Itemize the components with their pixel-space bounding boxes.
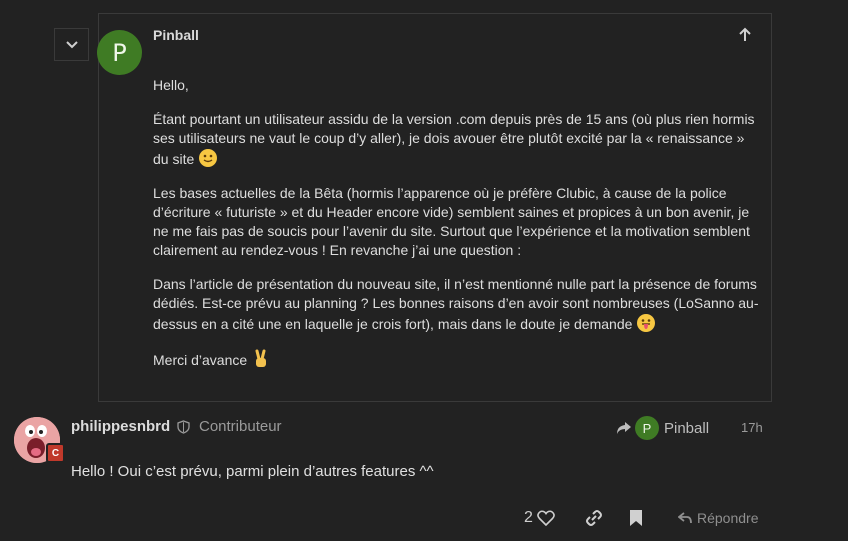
tongue-out-face-icon <box>637 314 656 332</box>
quote-paragraph: Étant pourtant un utilisateur assidu de … <box>153 111 755 167</box>
quote-username[interactable]: Pinball <box>153 27 199 43</box>
quote-avatar[interactable]: P <box>97 30 142 75</box>
shield-icon <box>177 420 190 434</box>
heart-icon <box>537 510 555 526</box>
quote-paragraph: Dans l’article de présentation du nouvea… <box>153 276 759 332</box>
like-count: 2 <box>524 509 533 526</box>
user-title: Contributeur <box>199 418 282 435</box>
post-date[interactable]: 17h <box>741 420 763 435</box>
post-text: Hello ! Oui c’est prévu, parmi plein d’a… <box>71 463 434 480</box>
quote-paragraph: Hello, <box>153 77 189 93</box>
poster-username[interactable]: philippesnbrd <box>71 418 170 435</box>
like-button[interactable]: 2 <box>524 506 555 530</box>
reply-arrow-icon <box>678 512 692 524</box>
victory-hand-icon <box>255 349 267 367</box>
quote-paragraph: Merci d’avance <box>153 349 763 370</box>
flair-badge: C <box>46 443 65 463</box>
arrow-up-icon[interactable] <box>737 27 753 43</box>
reply-to-tab[interactable]: P Pinball <box>616 416 709 440</box>
reply-button[interactable]: Répondre <box>678 506 759 530</box>
reply-to-avatar: P <box>635 416 659 440</box>
share-reply-icon <box>617 422 631 434</box>
link-icon <box>586 510 602 526</box>
bookmark-icon <box>630 510 642 526</box>
reply-label: Répondre <box>697 510 759 526</box>
slightly-smiling-face-icon <box>199 149 218 167</box>
chevron-down-icon <box>65 40 78 48</box>
copy-link-button[interactable] <box>584 506 604 530</box>
quote-paragraph: Les bases actuelles de la Bêta (hormis l… <box>153 185 750 258</box>
quote-collapse-button[interactable] <box>54 28 89 61</box>
bookmark-button[interactable] <box>629 506 645 530</box>
quote-body: Hello, Étant pourtant un utilisateur ass… <box>153 76 763 385</box>
reply-to-name: Pinball <box>664 419 710 437</box>
